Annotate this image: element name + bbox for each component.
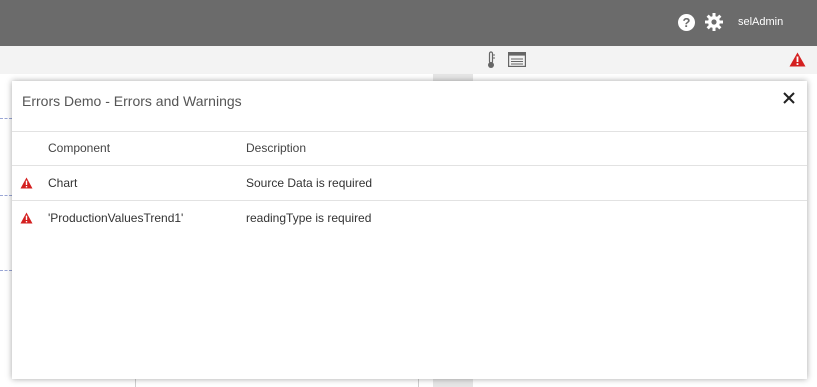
errors-dialog: Errors Demo - Errors and Warnings Compon…	[12, 81, 807, 379]
row-component: Chart	[48, 176, 78, 190]
errors-table: Component Description Chart Source Data …	[12, 131, 807, 235]
list-view-icon[interactable]	[508, 52, 526, 67]
user-menu[interactable]: selAdmin	[738, 16, 783, 28]
column-header-component: Component	[48, 141, 111, 155]
error-icon	[20, 212, 33, 224]
app-root: ? selAdmin Errors Demo - Errors and Warn…	[0, 0, 817, 387]
row-component: 'ProductionValuesTrend1'	[48, 211, 184, 225]
canvas-guide-line	[0, 118, 12, 119]
help-icon[interactable]: ?	[678, 14, 695, 31]
top-bar: ? selAdmin	[0, 0, 817, 46]
table-row[interactable]: 'ProductionValuesTrend1' readingType is …	[12, 201, 807, 235]
row-description: readingType is required	[246, 211, 372, 225]
dialog-header: Errors Demo - Errors and Warnings	[12, 81, 807, 132]
error-icon	[20, 177, 33, 189]
dialog-title: Errors Demo - Errors and Warnings	[22, 93, 242, 109]
table-row[interactable]: Chart Source Data is required	[12, 166, 807, 201]
canvas-guide-line	[0, 270, 12, 271]
row-description: Source Data is required	[246, 176, 373, 190]
column-header-description: Description	[246, 141, 307, 155]
close-icon[interactable]	[781, 90, 797, 106]
warning-icon[interactable]	[789, 52, 806, 67]
toolbar	[0, 46, 817, 75]
canvas-guide-line	[0, 195, 12, 196]
thermometer-icon[interactable]	[484, 51, 498, 69]
gear-icon[interactable]	[704, 12, 724, 32]
table-header-row: Component Description	[12, 131, 807, 166]
